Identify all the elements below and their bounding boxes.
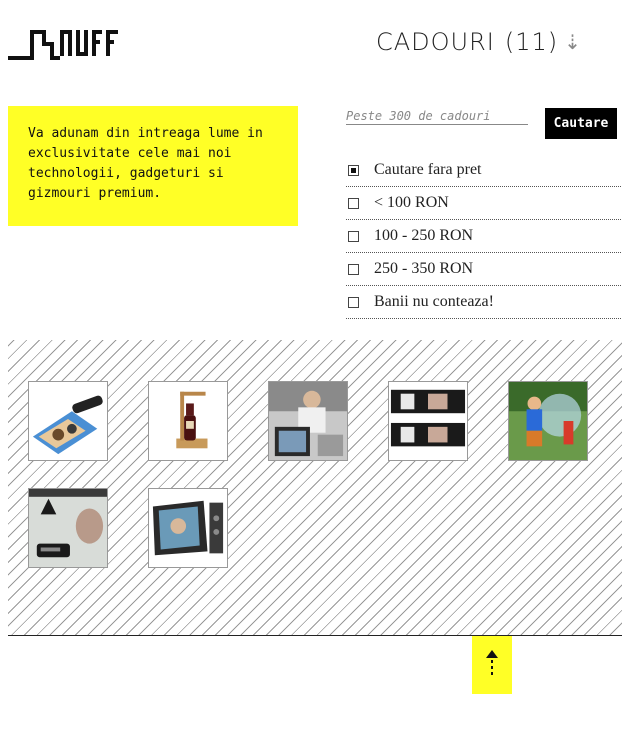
filter-label: Banii nu conteaza! (374, 293, 494, 310)
filter-label: < 100 RON (374, 194, 449, 211)
filter-100-250[interactable]: 100 - 250 RON (346, 220, 621, 253)
filter-under-100[interactable]: < 100 RON (346, 187, 621, 220)
back-to-top-button[interactable] (472, 636, 512, 694)
search-button[interactable]: Cautare (545, 108, 617, 139)
filter-250-350[interactable]: 250 - 350 RON (346, 253, 621, 286)
product-thumb-digital-frame[interactable] (148, 488, 228, 568)
checkbox[interactable] (348, 197, 359, 209)
product-thumb-photo-frames[interactable] (388, 381, 468, 461)
title-count: (11) (504, 28, 559, 56)
filter-no-limit[interactable]: Banii nu conteaza! (346, 286, 621, 319)
search-input[interactable] (346, 108, 528, 125)
product-thumb-shower-gadget[interactable] (28, 488, 108, 568)
checkbox[interactable] (348, 263, 359, 275)
product-grid (8, 340, 622, 636)
product-thumb-bubble-toy[interactable] (508, 381, 588, 461)
checkbox[interactable] (348, 296, 359, 308)
product-thumb-photo-gadget[interactable] (268, 381, 348, 461)
intro-text: Va adunam din intreaga lume in exclusivi… (28, 126, 263, 201)
brand-logo[interactable] (8, 26, 126, 62)
price-filter-list: Cautare fara pret < 100 RON 100 - 250 RO… (346, 154, 621, 319)
search-bar: Cautare (346, 108, 617, 139)
intro-box: Va adunam din intreaga lume in exclusivi… (8, 106, 298, 226)
down-arrow-icon[interactable]: ⇣ (564, 30, 582, 54)
product-thumb-scanner[interactable] (28, 381, 108, 461)
filter-label: 250 - 350 RON (374, 260, 474, 277)
product-thumb-wine-puzzle[interactable] (148, 381, 228, 461)
filter-no-price[interactable]: Cautare fara pret (346, 154, 621, 187)
filter-label: Cautare fara pret (374, 161, 482, 178)
filter-label: 100 - 250 RON (374, 227, 474, 244)
checkbox[interactable] (348, 164, 359, 176)
page-title[interactable]: CADOURI (11) ⇣ (376, 28, 582, 56)
up-arrow-icon (486, 650, 498, 675)
title-label: CADOURI (376, 28, 495, 56)
checkbox[interactable] (348, 230, 359, 242)
